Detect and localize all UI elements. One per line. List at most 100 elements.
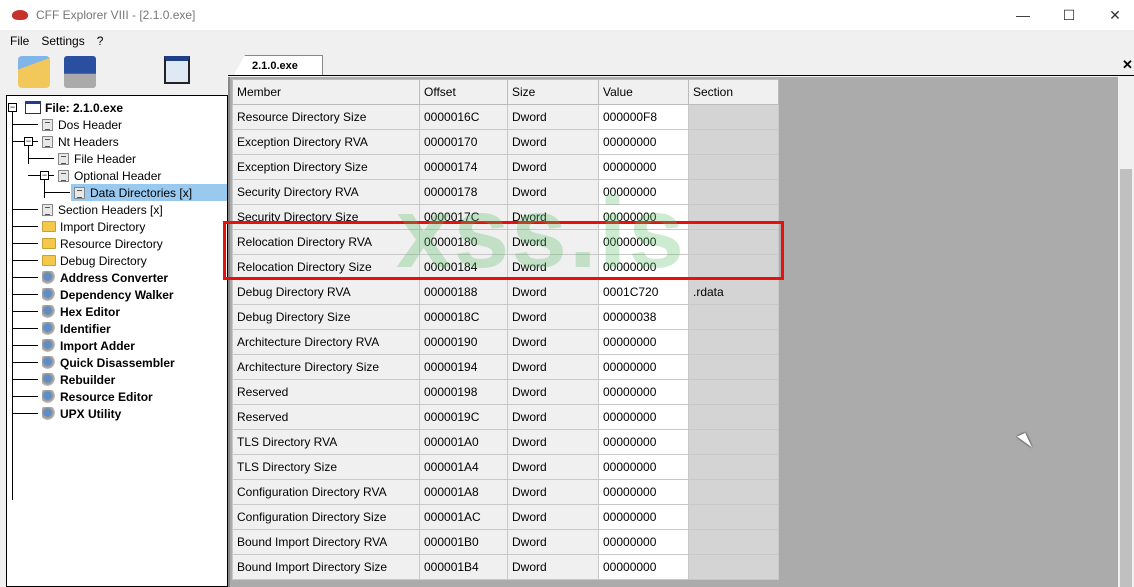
cell-value[interactable]: 00000000 (598, 154, 689, 180)
cell-value[interactable]: 00000000 (598, 329, 689, 355)
cell-value[interactable]: 00000000 (598, 454, 689, 480)
table-row[interactable]: Architecture Directory Size 00000194 Dword… (232, 354, 779, 380)
cell-value[interactable]: 000000F8 (598, 104, 689, 130)
tab-2-1-0-exe[interactable]: 2.1.0.exe (233, 55, 323, 76)
cell-offset: 00000190 (419, 329, 508, 355)
vertical-scrollbar[interactable] (1118, 77, 1134, 587)
cell-value[interactable]: 00000000 (598, 404, 689, 430)
windows-icon[interactable] (164, 56, 190, 84)
tree-node[interactable]: Import Directory (42, 218, 145, 235)
cell-value[interactable]: 00000000 (598, 504, 689, 530)
tree-connector (28, 158, 54, 159)
tree-node[interactable]: Rebuilder (42, 371, 115, 388)
scrollbar-thumb[interactable] (1120, 169, 1132, 587)
cell-value[interactable]: 00000000 (598, 129, 689, 155)
column-header-size[interactable]: Size (507, 79, 599, 105)
table-row[interactable]: Exception Directory RVA 00000170 Dword 0000… (232, 129, 779, 155)
tree-node[interactable]: Section Headers [x] (42, 201, 163, 218)
cell-value[interactable]: 00000000 (598, 554, 689, 580)
cell-value[interactable]: 0001C720 (598, 279, 689, 305)
tree-node[interactable]: File: 2.1.0.exe (25, 99, 123, 116)
table-row[interactable]: Debug Directory RVA 00000188 Dword 0001C720… (232, 279, 779, 305)
table-row[interactable]: TLS Directory Size 000001A4 Dword 00000000 (232, 454, 779, 480)
tree-node[interactable]: Optional Header (58, 167, 161, 184)
cell-value[interactable]: 00000000 (598, 354, 689, 380)
tool-icon (42, 338, 56, 353)
data-directories-grid: Member Offset Size Value Section Resource Di… (232, 79, 779, 580)
save-icon[interactable] (64, 56, 96, 88)
tree-node[interactable]: Debug Directory (42, 252, 147, 269)
tree-connector (12, 379, 38, 380)
tree-node[interactable]: UPX Utility (42, 405, 121, 422)
collapse-toggle[interactable]: − (40, 171, 49, 180)
minimize-button[interactable]: — (1000, 0, 1046, 30)
tree-node[interactable]: Resource Editor (42, 388, 153, 405)
open-icon[interactable] (18, 56, 50, 88)
cell-value[interactable]: 00000000 (598, 179, 689, 205)
column-header-offset[interactable]: Offset (419, 79, 508, 105)
tree-node[interactable]: Hex Editor (42, 303, 120, 320)
tree-connector (12, 226, 38, 227)
cell-value[interactable]: 00000038 (598, 304, 689, 330)
cell-section (688, 379, 779, 405)
window-icon (25, 101, 41, 114)
tree-node[interactable]: Identifier (42, 320, 111, 337)
tree-node[interactable]: Import Adder (42, 337, 135, 354)
table-row[interactable]: Resource Directory Size 0000016C Dword 0000… (232, 104, 779, 130)
column-header-value[interactable]: Value (598, 79, 689, 105)
cell-size: Dword (507, 479, 599, 505)
collapse-toggle[interactable]: − (24, 137, 33, 146)
cell-value[interactable]: 00000000 (598, 429, 689, 455)
app-icon (12, 10, 28, 20)
tree-node-label: Hex Editor (60, 304, 121, 319)
cell-size: Dword (507, 279, 599, 305)
table-row[interactable]: Reserved 0000019C Dword 00000000 (232, 404, 779, 430)
cell-size: Dword (507, 554, 599, 580)
cell-offset: 00000178 (419, 179, 508, 205)
tree-node-label: Quick Disassembler (60, 355, 175, 370)
cell-size: Dword (507, 104, 599, 130)
tree-node[interactable]: Resource Directory (42, 235, 163, 252)
maximize-button[interactable]: ☐ (1046, 0, 1092, 30)
menu-settings[interactable]: Settings (41, 34, 84, 48)
table-row[interactable]: Security Directory RVA 00000178 Dword 00000… (232, 179, 779, 205)
tree-node-label: Section Headers [x] (58, 202, 163, 217)
column-header-section[interactable]: Section (688, 79, 779, 105)
close-button[interactable]: ✕ (1092, 0, 1134, 30)
table-row[interactable]: Bound Import Directory Size 000001B4 Dword… (232, 554, 779, 580)
table-row[interactable]: Configuration Directory RVA 000001A8 Dword… (232, 479, 779, 505)
cell-value[interactable]: 00000000 (598, 379, 689, 405)
cell-member: Reserved (232, 379, 420, 405)
table-row[interactable]: Configuration Directory Size 000001AC Dwor… (232, 504, 779, 530)
tool-icon (42, 270, 56, 285)
tree-node[interactable]: Quick Disassembler (42, 354, 175, 371)
red-highlight-box (223, 221, 784, 280)
table-row[interactable]: Architecture Directory RVA 00000190 Dword 0… (232, 329, 779, 355)
menu-help[interactable]: ? (97, 34, 104, 48)
cell-section (688, 479, 779, 505)
data-grid-area: Member Offset Size Value Section Resource Di… (228, 77, 1118, 587)
tree-node[interactable]: Dependency Walker (42, 286, 174, 303)
collapse-toggle[interactable]: − (8, 103, 17, 112)
table-row[interactable]: Bound Import Directory RVA 000001B0 Dword 0… (232, 529, 779, 555)
tree-connector (12, 260, 38, 261)
tree-view[interactable]: File: 2.1.0.exe Dos Header Nt Headers File … (6, 95, 228, 587)
column-header-member[interactable]: Member (232, 79, 420, 105)
tool-icon (42, 321, 56, 336)
table-row[interactable]: Reserved 00000198 Dword 00000000 (232, 379, 779, 405)
menu-file[interactable]: File (10, 34, 29, 48)
cell-section (688, 404, 779, 430)
table-row[interactable]: Debug Directory Size 0000018C Dword 0000003… (232, 304, 779, 330)
tree-node[interactable]: Dos Header (42, 116, 122, 133)
tree-node[interactable]: Data Directories [x] (71, 184, 227, 201)
tree-node[interactable]: Nt Headers (42, 133, 119, 150)
tree-node[interactable]: File Header (58, 150, 136, 167)
table-row[interactable]: TLS Directory RVA 000001A0 Dword 00000000 (232, 429, 779, 455)
table-row[interactable]: Exception Directory Size 00000174 Dword 000… (232, 154, 779, 180)
tree-node[interactable]: Address Converter (42, 269, 168, 286)
tab-close-button[interactable]: ✕ (1122, 57, 1133, 73)
menu-bar: File Settings ? (0, 30, 103, 52)
cell-value[interactable]: 00000000 (598, 529, 689, 555)
cell-value[interactable]: 00000000 (598, 479, 689, 505)
cell-member: Bound Import Directory RVA (232, 529, 420, 555)
